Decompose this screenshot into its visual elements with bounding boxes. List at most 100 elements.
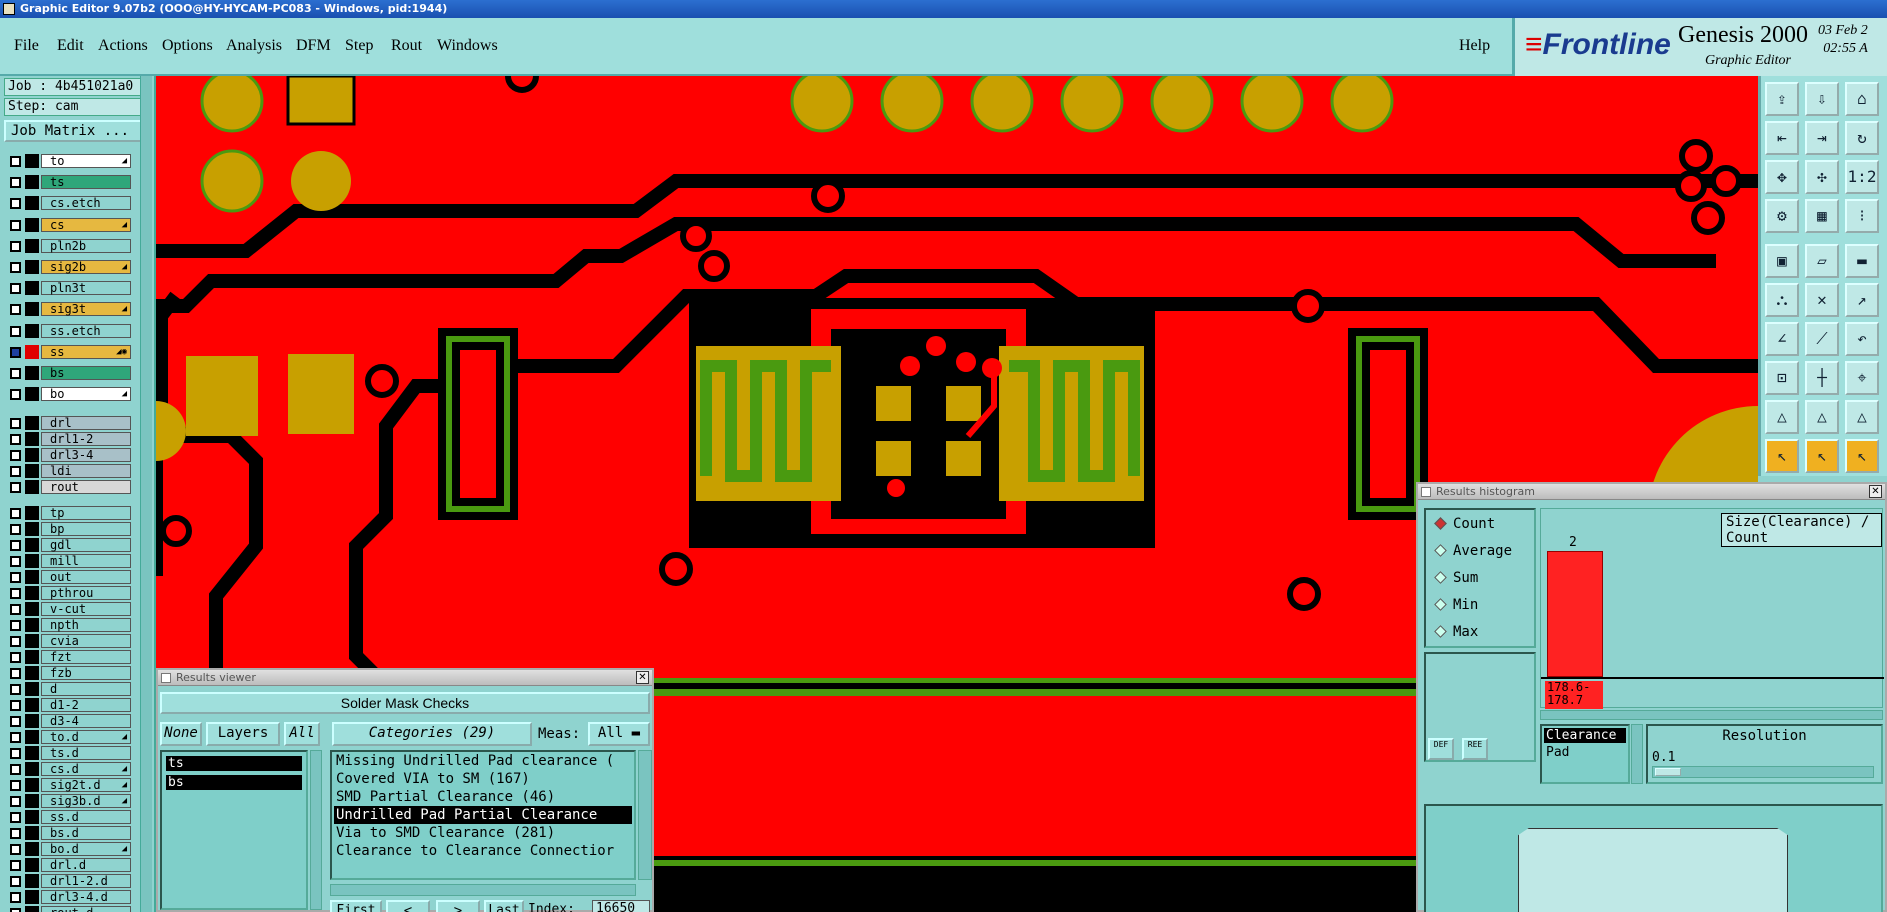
layer-checkbox[interactable] (10, 684, 21, 696)
layer-checkbox[interactable] (10, 636, 21, 648)
layer-color-swatch[interactable] (25, 698, 39, 713)
category-item[interactable]: Missing Undrilled Pad clearance ( (334, 752, 632, 770)
layer-row-d3-4[interactable]: d3-4 (8, 714, 131, 729)
layer-checkbox[interactable] (10, 572, 21, 584)
layer-row-cs[interactable]: cs ◢ (8, 217, 131, 232)
list-item[interactable]: ts (166, 756, 302, 771)
check-set-header[interactable]: Solder Mask Checks (160, 692, 650, 714)
layer-name[interactable]: cvia (41, 634, 131, 649)
layer-name[interactable]: cs.d ◢ (41, 762, 131, 777)
layer-name[interactable]: drl (41, 416, 131, 431)
category-item[interactable]: Covered VIA to SM (167) (334, 770, 632, 788)
layer-row-d[interactable]: d (8, 682, 131, 697)
layer-name[interactable]: bo ◢ (41, 387, 131, 402)
menu-help[interactable]: Help (1459, 37, 1490, 55)
polygon-icon[interactable]: ▱ (1805, 244, 1839, 278)
layer-color-swatch[interactable] (25, 448, 39, 463)
layer-color-swatch[interactable] (25, 906, 39, 912)
layer-row-ts-d[interactable]: ts.d (8, 746, 131, 761)
histogram-hscrollbar[interactable] (1540, 710, 1883, 720)
zoom-fit-icon[interactable]: ✥ (1765, 160, 1799, 194)
layer-checkbox[interactable] (10, 418, 21, 430)
layer-name[interactable]: ts.d (41, 746, 131, 761)
layer-checkbox[interactable] (10, 556, 21, 568)
cross-icon[interactable]: ┼ (1805, 361, 1839, 395)
layer-row-to-d[interactable]: to.d ◢ (8, 730, 131, 745)
measure-icon[interactable]: ⟋ (1805, 322, 1839, 356)
layer-row-bo[interactable]: bo ◢ (8, 387, 131, 402)
layer-name[interactable]: bp (41, 522, 131, 537)
mode-count[interactable]: Count (1434, 516, 1495, 532)
category-scrollbar[interactable] (638, 750, 652, 880)
layer-checkbox[interactable] (10, 450, 21, 462)
menu-file[interactable]: File (14, 37, 39, 55)
pointer-icon[interactable]: ↖ (1845, 439, 1879, 473)
layer-row-bo-d[interactable]: bo.d ◢ (8, 842, 131, 857)
prev-button[interactable]: < (386, 900, 430, 912)
layer-name[interactable]: d3-4 (41, 714, 131, 729)
layer-color-swatch[interactable] (25, 506, 39, 521)
layer-color-swatch[interactable] (25, 432, 39, 447)
layer-list-scrollbar[interactable] (140, 76, 152, 912)
frame-icon[interactable]: ⊡ (1765, 361, 1799, 395)
layer-row-gdl[interactable]: gdl (8, 538, 131, 553)
layer-color-swatch[interactable] (25, 522, 39, 537)
layer-checkbox[interactable] (10, 604, 21, 616)
layer-row-rout[interactable]: rout (8, 480, 131, 495)
layer-name[interactable]: npth (41, 618, 131, 633)
layer-row-pln2b[interactable]: pln2b (8, 238, 131, 253)
layer-color-swatch[interactable] (25, 416, 39, 431)
mode-max[interactable]: Max (1434, 624, 1478, 640)
layer-color-swatch[interactable] (25, 682, 39, 697)
layer-color-swatch[interactable] (25, 538, 39, 553)
layer-checkbox[interactable] (10, 389, 21, 401)
layer-checkbox[interactable] (10, 325, 21, 337)
category-item[interactable]: Clearance to Clearance Connectior (334, 842, 632, 860)
triangle-icon[interactable]: △ (1765, 400, 1799, 434)
layer-checkbox[interactable] (10, 368, 21, 379)
layer-color-swatch[interactable] (25, 196, 39, 211)
layer-row-drl1-2[interactable]: drl1-2 (8, 432, 131, 447)
layer-name[interactable]: ts (41, 175, 131, 190)
layer-row-sig3t[interactable]: sig3t ◢ (8, 302, 131, 317)
index-field[interactable]: 16650 (592, 900, 650, 912)
category-item[interactable]: Undrilled Pad Partial Clearance (334, 806, 632, 824)
layer-checkbox[interactable] (10, 716, 21, 728)
layer-row-drl-d[interactable]: drl.d (8, 858, 131, 873)
layer-row-d1-2[interactable]: d1-2 (8, 698, 131, 713)
connect-icon[interactable]: ⛬ (1765, 283, 1799, 317)
layer-name[interactable]: tp (41, 506, 131, 521)
layer-checkbox[interactable] (10, 304, 21, 316)
layer-row-ts[interactable]: ts (8, 175, 131, 190)
layer-row-v-cut[interactable]: v-cut (8, 602, 131, 617)
layer-list-scrollbar[interactable] (310, 750, 322, 910)
layer-row-ldi[interactable]: ldi (8, 464, 131, 479)
categories-button[interactable]: Categories (29) (332, 722, 532, 746)
layer-row-cvia[interactable]: cvia (8, 634, 131, 649)
layer-row-rout-d[interactable]: rout.d (8, 906, 131, 912)
layer-name[interactable]: out (41, 570, 131, 585)
layer-row-cs-etch[interactable]: cs.etch (8, 196, 131, 211)
layer-row-to[interactable]: to ◢ (8, 154, 131, 168)
category-item[interactable]: Via to SMD Clearance (281) (334, 824, 632, 842)
layer-color-swatch[interactable] (25, 387, 39, 402)
layers-button[interactable]: Layers (206, 722, 280, 746)
triangle-icon[interactable]: △ (1805, 400, 1839, 434)
layer-color-swatch[interactable] (25, 634, 39, 649)
close-icon[interactable]: ✕ (636, 671, 649, 684)
layer-checkbox[interactable] (10, 524, 21, 536)
meas-select[interactable]: All ▬ (588, 722, 650, 746)
menu-rout[interactable]: Rout (391, 37, 422, 55)
layer-row-bp[interactable]: bp (8, 522, 131, 537)
layer-name[interactable]: ldi (41, 464, 131, 479)
category-hscrollbar[interactable] (330, 884, 636, 896)
layer-checkbox[interactable] (10, 780, 21, 792)
layer-checkbox[interactable] (10, 892, 21, 904)
menu-windows[interactable]: Windows (437, 37, 498, 55)
ree-button[interactable]: REE (1462, 738, 1488, 760)
layer-checkbox[interactable] (10, 700, 21, 712)
layer-color-swatch[interactable] (25, 666, 39, 681)
layer-row-sig3b-d[interactable]: sig3b.d ◢ (8, 794, 131, 809)
histogram-bar[interactable] (1547, 551, 1603, 677)
layer-checkbox[interactable] (10, 668, 21, 680)
